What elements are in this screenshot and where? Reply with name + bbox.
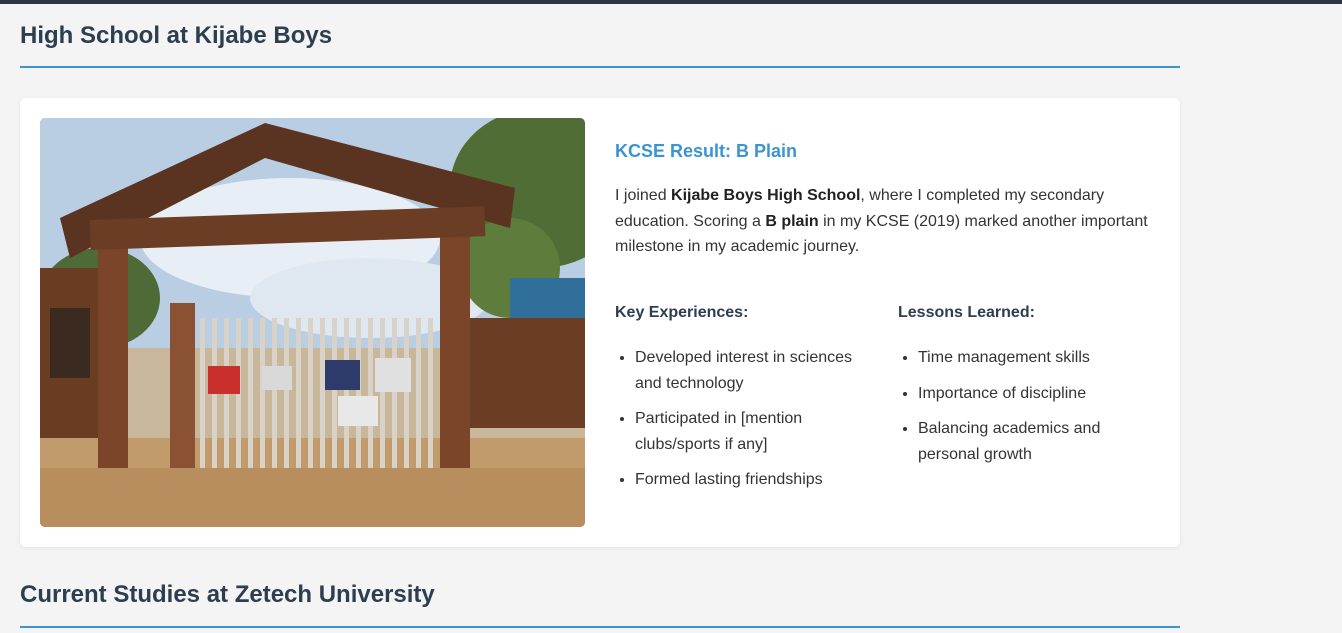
list-item: Participated in [mention clubs/sports if… <box>635 406 875 457</box>
key-experiences-list: Developed interest in sciences and techn… <box>615 345 875 493</box>
key-experiences-heading: Key Experiences: <box>615 304 749 321</box>
lessons-learned: Lessons Learned: Time management skills … <box>898 303 1158 477</box>
lessons-learned-list: Time management skills Importance of dis… <box>898 345 1158 467</box>
section-title-high-school: High School at Kijabe Boys <box>20 22 1180 68</box>
intro-grade: B plain <box>765 212 819 230</box>
top-strip <box>0 0 1342 4</box>
school-gate-photo <box>40 118 585 527</box>
list-item: Formed lasting friendships <box>635 467 875 493</box>
list-item: Developed interest in sciences and techn… <box>635 345 875 396</box>
section-title-zetech: Current Studies at Zetech University <box>20 581 1180 628</box>
card-content: KCSE Result: B Plain I joined Kijabe Boy… <box>615 139 1160 488</box>
intro-paragraph: I joined Kijabe Boys High School, where … <box>615 183 1160 260</box>
list-item: Importance of discipline <box>918 381 1158 407</box>
school-gate-image <box>40 118 585 527</box>
list-item: Time management skills <box>918 345 1158 371</box>
kcse-result-heading: KCSE Result: B Plain <box>615 141 798 161</box>
key-experiences: Key Experiences: Developed interest in s… <box>615 303 875 503</box>
high-school-card: KCSE Result: B Plain I joined Kijabe Boy… <box>20 98 1180 547</box>
lessons-learned-heading: Lessons Learned: <box>898 304 1035 321</box>
intro-school-name: Kijabe Boys High School <box>671 187 861 204</box>
intro-text-1: I joined <box>615 187 672 204</box>
list-item: Balancing academics and personal growth <box>918 416 1158 467</box>
